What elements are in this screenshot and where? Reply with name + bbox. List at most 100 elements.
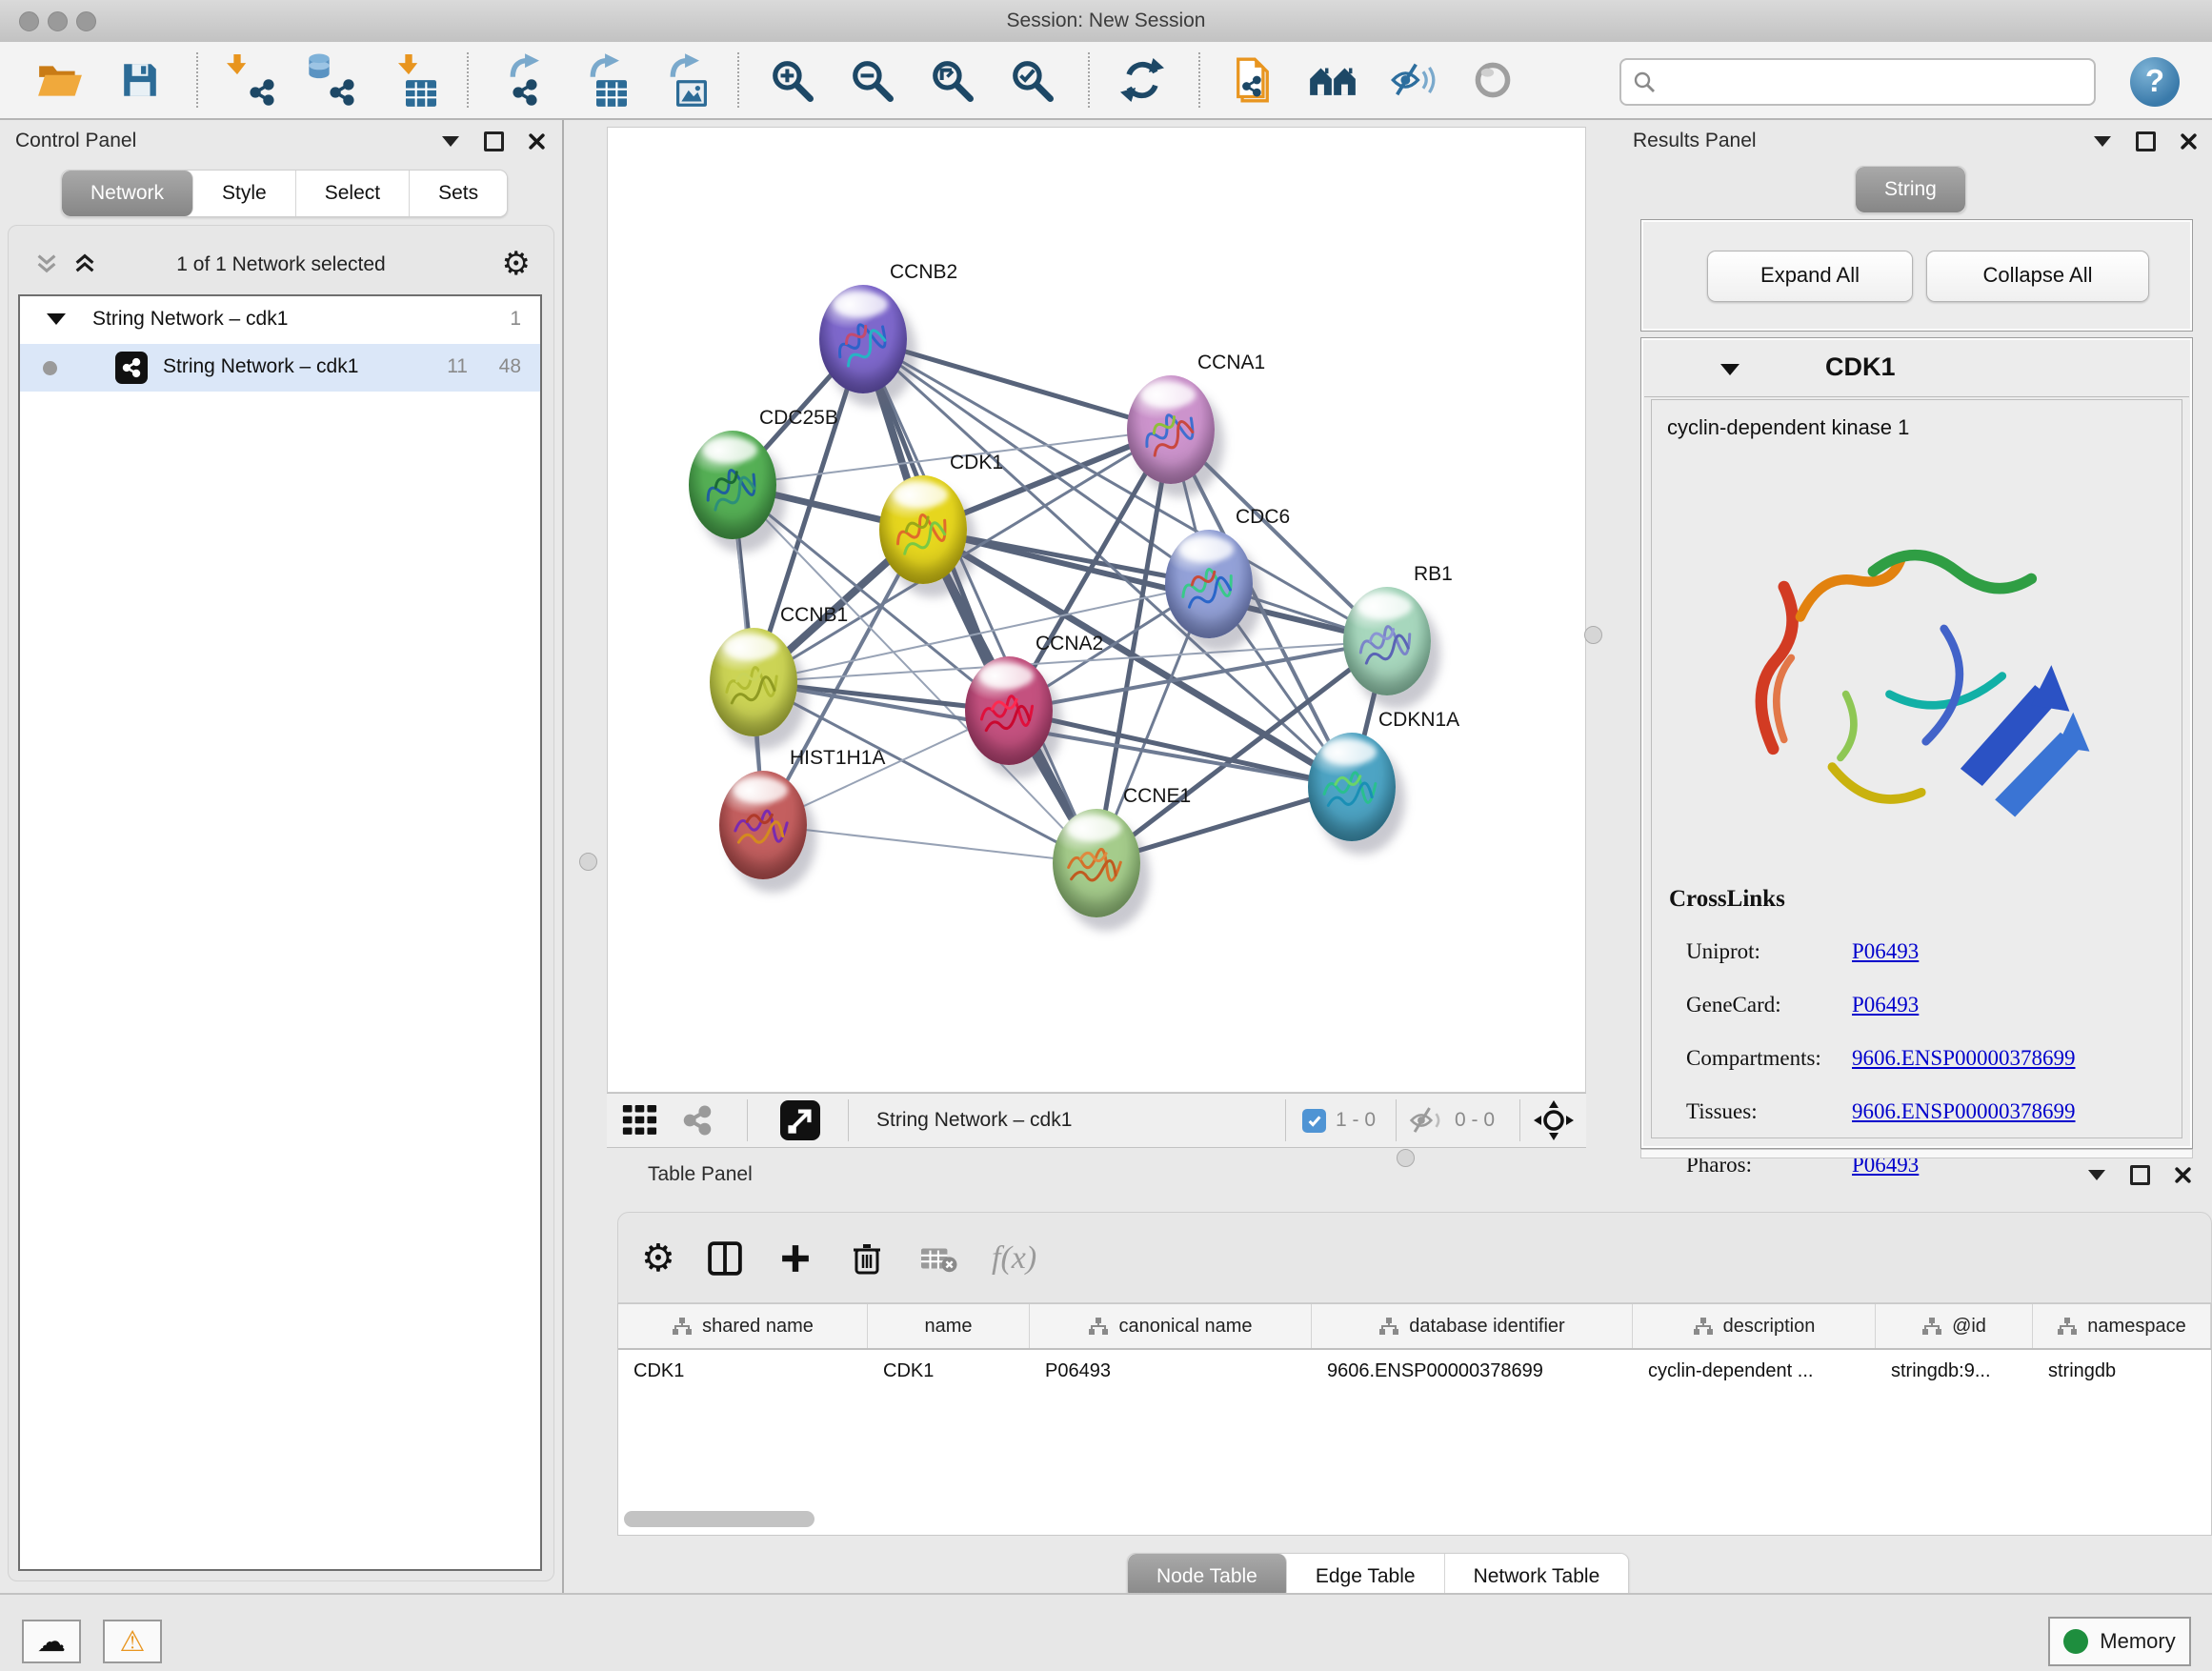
share-document-button[interactable] xyxy=(1227,53,1278,107)
expand-all-button[interactable]: Expand All xyxy=(1707,251,1913,302)
table-cell[interactable]: cyclin-dependent ... xyxy=(1633,1350,1876,1396)
tab-string[interactable]: String xyxy=(1856,167,1965,212)
search-box[interactable] xyxy=(1619,58,2096,106)
protein-scribble xyxy=(714,645,793,723)
column-header--id[interactable]: @id xyxy=(1876,1304,2033,1348)
column-header-canonical-name[interactable]: canonical name xyxy=(1030,1304,1312,1348)
import-network-from-database-button[interactable] xyxy=(305,53,356,107)
maximize-panel-button[interactable] xyxy=(2130,1165,2150,1185)
network-collection-row[interactable]: String Network – cdk1 1 xyxy=(20,296,540,344)
left-splitter-handle[interactable] xyxy=(579,853,597,871)
column-header-shared-name[interactable]: shared name xyxy=(618,1304,868,1348)
grid-view-icon[interactable] xyxy=(622,1105,658,1136)
crosslink-link[interactable]: P06493 xyxy=(1852,993,1919,1017)
zoom-out-button[interactable] xyxy=(846,53,897,107)
tab-network[interactable]: Network xyxy=(62,171,193,216)
string-home-button[interactable] xyxy=(1307,53,1358,107)
maximize-panel-button[interactable] xyxy=(484,131,504,151)
crosslink-link[interactable]: 9606.ENSP00000378699 xyxy=(1852,1099,2076,1124)
collection-expand-caret[interactable] xyxy=(47,313,66,325)
export-network-button[interactable] xyxy=(495,53,547,107)
node-CCNB1[interactable] xyxy=(710,628,797,736)
function-builder-button[interactable]: f(x) xyxy=(992,1234,1036,1283)
table-cell[interactable]: 9606.ENSP00000378699 xyxy=(1312,1350,1633,1396)
delete-table-button[interactable] xyxy=(921,1234,957,1283)
memory-button[interactable]: Memory xyxy=(2048,1617,2191,1666)
node-CDC25B[interactable] xyxy=(689,431,776,539)
tab-style[interactable]: Style xyxy=(193,171,296,216)
table-options-gear-icon[interactable]: ⚙ xyxy=(641,1234,675,1283)
warnings-button[interactable]: ⚠ xyxy=(103,1620,162,1663)
protein-scribble xyxy=(688,442,777,532)
node-CCNA2[interactable] xyxy=(965,656,1053,765)
table-cell[interactable]: CDK1 xyxy=(868,1350,1030,1396)
node-CCNE1[interactable] xyxy=(1053,809,1140,917)
edge-CCNA2-CDKN1A[interactable] xyxy=(1009,711,1352,787)
import-table-button[interactable] xyxy=(385,53,436,107)
float-panel-button[interactable] xyxy=(442,136,459,147)
selected-checkbox[interactable] xyxy=(1302,1109,1326,1133)
table-row[interactable]: CDK1CDK1P064939606.ENSP00000378699cyclin… xyxy=(618,1350,2211,1396)
edge-CCNB2-CCNE1[interactable] xyxy=(863,339,1096,863)
node-RB1[interactable] xyxy=(1343,587,1431,695)
hidden-eye-icon[interactable] xyxy=(1409,1106,1445,1135)
node-CCNB2[interactable] xyxy=(819,285,907,393)
float-panel-button[interactable] xyxy=(2088,1170,2105,1180)
delete-column-button[interactable] xyxy=(853,1234,881,1283)
refresh-button[interactable] xyxy=(1116,53,1168,107)
table-cell[interactable]: stringdb xyxy=(2033,1350,2211,1396)
network-row[interactable]: String Network – cdk1 11 48 xyxy=(20,344,540,392)
show-columns-button[interactable] xyxy=(708,1234,742,1283)
preview-button[interactable] xyxy=(1467,53,1518,107)
tab-select[interactable]: Select xyxy=(296,171,410,216)
help-button[interactable]: ? xyxy=(2130,57,2180,107)
open-session-button[interactable] xyxy=(34,53,86,107)
crosslink-link[interactable]: 9606.ENSP00000378699 xyxy=(1852,1046,2076,1071)
create-column-button[interactable] xyxy=(780,1234,811,1283)
node-CDKN1A[interactable] xyxy=(1308,733,1396,841)
bottom-splitter-handle[interactable] xyxy=(1397,1149,1415,1167)
gene-collapse-caret[interactable] xyxy=(1720,364,1739,375)
close-panel-button[interactable] xyxy=(2175,1167,2191,1183)
crosslink-link[interactable]: P06493 xyxy=(1852,939,1919,964)
search-input[interactable] xyxy=(1663,63,2094,101)
network-view-icon[interactable] xyxy=(681,1104,714,1137)
table-cell[interactable]: P06493 xyxy=(1030,1350,1312,1396)
node-HIST1H1A[interactable] xyxy=(719,771,807,879)
close-panel-button[interactable] xyxy=(2181,133,2197,150)
maximize-panel-button[interactable] xyxy=(2136,131,2156,151)
float-panel-button[interactable] xyxy=(2094,136,2111,147)
export-image-button[interactable] xyxy=(655,53,707,107)
tab-sets[interactable]: Sets xyxy=(410,171,507,216)
close-panel-button[interactable] xyxy=(529,133,545,150)
table-cell[interactable]: CDK1 xyxy=(618,1350,868,1396)
edge-CCNB2-CCNA1[interactable] xyxy=(863,339,1171,430)
right-splitter-handle[interactable] xyxy=(1584,626,1602,644)
pan-crosshair-icon[interactable] xyxy=(1533,1099,1575,1141)
export-table-button[interactable] xyxy=(575,53,627,107)
node-CDC6[interactable] xyxy=(1165,530,1253,638)
network-canvas[interactable]: CCNB2CCNA1CDC25BCDK1CDC6RB1CCNB1CCNA2CDK… xyxy=(607,127,1586,1093)
node-CCNA1[interactable] xyxy=(1127,375,1215,484)
edge-HIST1H1A-CCNE1[interactable] xyxy=(763,825,1096,863)
table-cell[interactable]: stringdb:9... xyxy=(1876,1350,2033,1396)
column-header-namespace[interactable]: namespace xyxy=(2033,1304,2211,1348)
cloud-status-button[interactable]: ☁ xyxy=(22,1620,81,1663)
network-options-gear-icon[interactable]: ⚙ xyxy=(502,245,531,283)
node-CDK1[interactable] xyxy=(879,475,967,584)
zoom-fit-button[interactable] xyxy=(926,53,977,107)
save-session-button[interactable] xyxy=(114,53,166,107)
column-header-database-identifier[interactable]: database identifier xyxy=(1312,1304,1633,1348)
collapse-all-button[interactable]: Collapse All xyxy=(1926,251,2149,302)
import-network-button[interactable] xyxy=(225,53,276,107)
zoom-selected-button[interactable] xyxy=(1006,53,1057,107)
protein-scribble xyxy=(1316,753,1387,824)
enhance-view-button[interactable] xyxy=(1387,53,1438,107)
column-header-name[interactable]: name xyxy=(868,1304,1030,1348)
birdseye-view-icon[interactable] xyxy=(780,1100,820,1140)
horizontal-scrollbar-thumb[interactable] xyxy=(624,1511,814,1527)
gene-section-header[interactable]: CDK1 xyxy=(1644,341,2189,397)
column-header-description[interactable]: description xyxy=(1633,1304,1876,1348)
zoom-in-button[interactable] xyxy=(766,53,817,107)
node-table[interactable]: shared namenamecanonical namedatabase id… xyxy=(617,1303,2212,1536)
